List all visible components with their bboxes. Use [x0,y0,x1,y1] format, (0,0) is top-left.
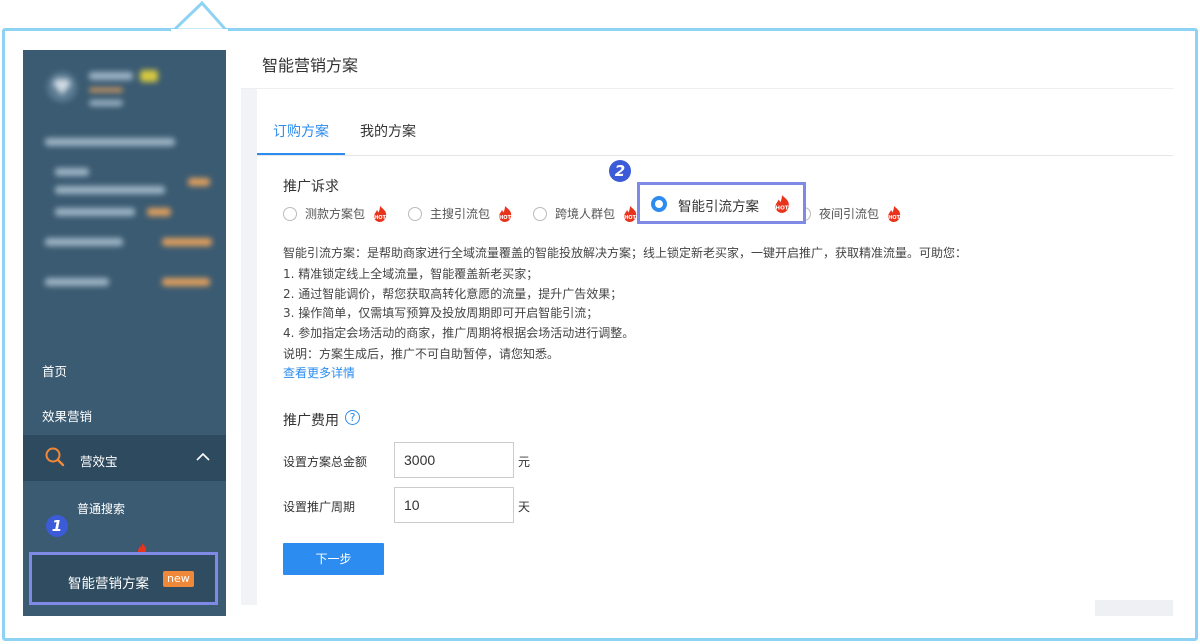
footer-strip [1095,600,1173,616]
option-label: 跨境人群包 [555,207,616,221]
sidebar-item-label: 智能营销方案 [68,576,149,592]
option-smart-traffic-plan[interactable]: 智能引流方案 HOT [637,182,806,224]
svg-text:HOT: HOT [374,215,386,221]
svg-text:HOT: HOT [624,215,636,221]
tab-order-plan[interactable]: 订购方案 [273,121,329,141]
diamond-logo-icon [47,72,77,102]
sidebar-item-smart-marketing-plan[interactable]: 智能营销方案 new [29,552,218,605]
description-line: 说明：方案生成后，推广不可自助暂停，请您知悉。 [283,347,560,361]
description-line: 4. 参加指定会场活动的商家，推广周期将根据会场活动进行调整。 [283,326,635,340]
hot-flame-icon: HOT [775,195,789,213]
page-title: 智能营销方案 [262,56,359,75]
tabs-divider [257,155,1173,156]
step-marker-2: 2 [609,160,631,182]
svg-text:HOT: HOT [775,206,788,212]
new-badge: new [163,571,194,587]
demand-label: 推广诉求 [283,179,339,195]
description-line: 2. 通过智能调价，帮您获取高转化意愿的流量，提升广告效果； [283,287,623,301]
hot-flame-icon: HOT [499,206,512,222]
step-marker-1: 1 [46,515,68,537]
radio-smart-traffic-plan-selected[interactable] [651,196,667,212]
period-unit: 天 [518,500,531,514]
search-icon [45,447,65,467]
sidebar-item-home[interactable]: 首页 [42,361,67,380]
sidebar: 首页 效果营销 营效宝 普通搜索 1 [23,50,226,616]
description-line: 智能引流方案：是帮助商家进行全域流量覆盖的智能投放解决方案；线上锁定新老买家，一… [283,246,968,260]
option-label: 主搜引流包 [430,207,491,221]
help-icon[interactable]: ? [345,410,360,425]
total-amount-input[interactable] [394,442,514,478]
radio-cross-border-package[interactable] [533,207,547,221]
radio-main-search-package[interactable] [408,207,422,221]
period-input[interactable] [394,487,514,523]
svg-text:HOT: HOT [499,215,511,221]
period-label: 设置推广周期 [283,500,356,514]
option-label: 夜间引流包 [819,207,880,221]
description-line: 1. 精准锁定线上全域流量，智能覆盖新老买家； [283,267,539,281]
description-line: 3. 操作简单，仅需填写预算及投放周期即可开启智能引流； [283,306,599,320]
sidebar-account-summary-blurred [23,50,226,340]
radio-test-package[interactable] [283,207,297,221]
view-more-link[interactable]: 查看更多详情 [283,364,355,381]
sidebar-group-label: 营效宝 [80,454,118,469]
hot-flame-icon: HOT [374,206,387,222]
hot-flame-icon: HOT [888,206,901,222]
sidebar-group-yingxiaobao[interactable]: 营效宝 [23,435,226,481]
fee-label: 推广费用 [283,413,339,429]
svg-text:HOT: HOT [888,215,900,221]
option-label: 测款方案包 [305,207,366,221]
chevron-up-icon[interactable] [196,452,210,461]
option-label: 智能引流方案 [678,199,759,215]
total-amount-label: 设置方案总金额 [283,455,368,469]
sidebar-item-effect-marketing[interactable]: 效果营销 [42,406,92,425]
tab-my-plans[interactable]: 我的方案 [360,121,416,141]
total-amount-unit: 元 [518,455,531,469]
sidebar-subitem-normal-search[interactable]: 普通搜索 [77,500,125,517]
active-tab-underline [257,153,345,155]
callout-notch [170,0,228,32]
next-step-button[interactable]: 下一步 [283,543,384,575]
